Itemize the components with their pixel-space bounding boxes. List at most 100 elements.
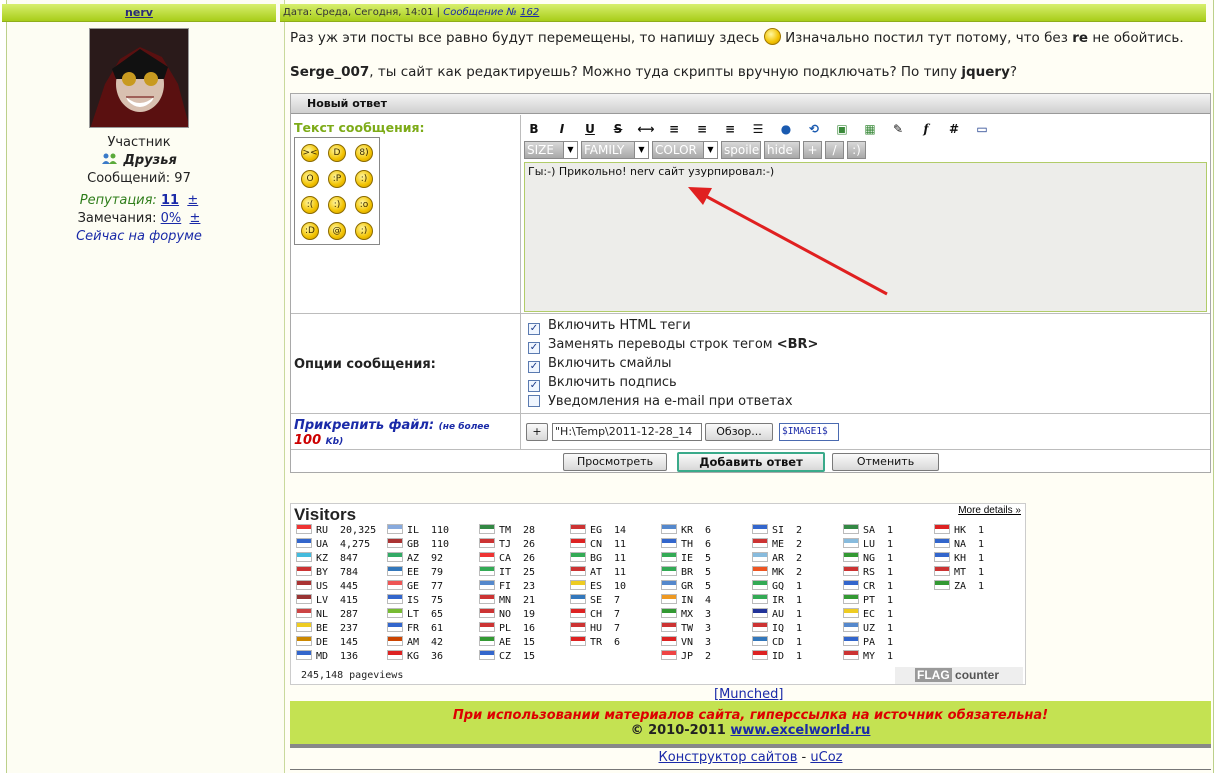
country-visits: 61 [425, 623, 444, 634]
country-visits: 136 [334, 651, 359, 662]
country-code: MT [954, 567, 967, 578]
country-code: AU [772, 609, 785, 620]
flag-counter-logo-flag: FLAG [915, 668, 952, 682]
country-flag-icon [843, 538, 859, 548]
country-flag-icon [843, 580, 859, 590]
country-flag-icon [570, 524, 586, 534]
visitor-country-row: KH 1 [934, 552, 984, 566]
country-visits: 11 [608, 539, 627, 550]
country-visits: 1 [881, 525, 894, 536]
country-code: SI [772, 525, 785, 536]
country-visits: 11 [608, 567, 627, 578]
country-flag-icon [296, 622, 312, 632]
country-flag-icon [934, 580, 950, 590]
country-code: LV [316, 595, 329, 606]
visitor-column: KR 6 TH 6 IE 5 BR 5 GR 5 IN 4 MX 3 TW 3 VN 3 JP 2 [661, 524, 711, 664]
country-visits: 7 [608, 623, 621, 634]
country-code: CN [590, 539, 603, 550]
visitor-country-row: IS 75 [387, 594, 449, 608]
country-code: ZA [954, 581, 967, 592]
country-flag-icon [387, 538, 403, 548]
visitor-country-row: HU 7 [570, 622, 626, 636]
country-visits: 3 [699, 609, 712, 620]
country-visits: 6 [608, 637, 621, 648]
country-code: IE [681, 553, 694, 564]
country-visits: 19 [517, 609, 536, 620]
country-code: KG [407, 651, 420, 662]
country-code: IQ [772, 623, 785, 634]
flag-counter-widget[interactable]: Visitors More details » RU 20,325 UA 4,27… [290, 503, 1026, 685]
visitor-country-row: MK 2 [752, 566, 802, 580]
country-flag-icon [296, 580, 312, 590]
visitor-country-row: SI 2 [752, 524, 802, 538]
munched-link[interactable]: [Munched] [714, 687, 783, 702]
country-visits: 36 [425, 651, 444, 662]
country-visits: 21 [517, 595, 536, 606]
country-visits: 1 [790, 609, 803, 620]
country-code: NG [863, 553, 876, 564]
country-visits: 1 [881, 623, 894, 634]
country-flag-icon [296, 552, 312, 562]
country-code: MD [316, 651, 329, 662]
country-visits: 26 [517, 553, 536, 564]
site-link[interactable]: www.excelworld.ru [730, 723, 870, 738]
country-code: FI [499, 581, 512, 592]
country-flag-icon [752, 524, 768, 534]
country-visits: 1 [972, 567, 985, 578]
country-flag-icon [843, 650, 859, 660]
more-details-link[interactable]: More details » [958, 505, 1021, 516]
country-code: HU [590, 623, 603, 634]
country-flag-icon [843, 608, 859, 618]
country-code: BY [316, 567, 329, 578]
bottom-links: Конструктор сайтов - uCoz [290, 750, 1211, 765]
country-visits: 75 [425, 595, 444, 606]
country-visits: 237 [334, 623, 359, 634]
country-code: AE [499, 637, 512, 648]
visitor-country-row: GQ 1 [752, 580, 802, 594]
country-visits: 77 [425, 581, 444, 592]
country-flag-icon [661, 524, 677, 534]
country-flag-icon [752, 636, 768, 646]
country-flag-icon [387, 524, 403, 534]
visitor-country-row: KG 36 [387, 650, 449, 664]
country-flag-icon [296, 650, 312, 660]
country-flag-icon [661, 594, 677, 604]
visitor-country-row: LU 1 [843, 538, 893, 552]
country-visits: 1 [972, 525, 985, 536]
visitor-country-row: VN 3 [661, 636, 711, 650]
bottom-line [290, 769, 1211, 770]
country-visits: 3 [699, 623, 712, 634]
country-flag-icon [387, 594, 403, 604]
country-flag-icon [661, 636, 677, 646]
visitor-country-row: SA 1 [843, 524, 893, 538]
country-code: AM [407, 637, 420, 648]
flag-counter-logo[interactable]: FLAG counter [895, 667, 1023, 684]
country-flag-icon [934, 538, 950, 548]
country-code: TR [590, 637, 603, 648]
country-flag-icon [296, 636, 312, 646]
visitor-country-row: CA 26 [479, 552, 535, 566]
country-flag-icon [387, 552, 403, 562]
country-visits: 6 [699, 525, 712, 536]
ucoz-link[interactable]: uCoz [810, 750, 842, 765]
country-flag-icon [387, 608, 403, 618]
country-flag-icon [661, 622, 677, 632]
country-code: GR [681, 581, 694, 592]
country-code: HK [954, 525, 967, 536]
country-visits: 1 [972, 553, 985, 564]
country-code: CA [499, 553, 512, 564]
country-code: VN [681, 637, 694, 648]
country-code: IL [407, 525, 420, 536]
country-flag-icon [570, 552, 586, 562]
visitor-country-row: AT 11 [570, 566, 626, 580]
country-visits: 1 [790, 595, 803, 606]
visitor-country-row: PL 16 [479, 622, 535, 636]
country-visits: 4,275 [334, 539, 371, 550]
visitor-country-row: TR 6 [570, 636, 626, 650]
country-visits: 847 [334, 553, 359, 564]
country-visits: 20,325 [334, 525, 377, 536]
country-code: FR [407, 623, 420, 634]
site-builder-link[interactable]: Конструктор сайтов [659, 750, 798, 765]
visitor-country-row: MD 136 [296, 650, 376, 664]
country-flag-icon [843, 524, 859, 534]
